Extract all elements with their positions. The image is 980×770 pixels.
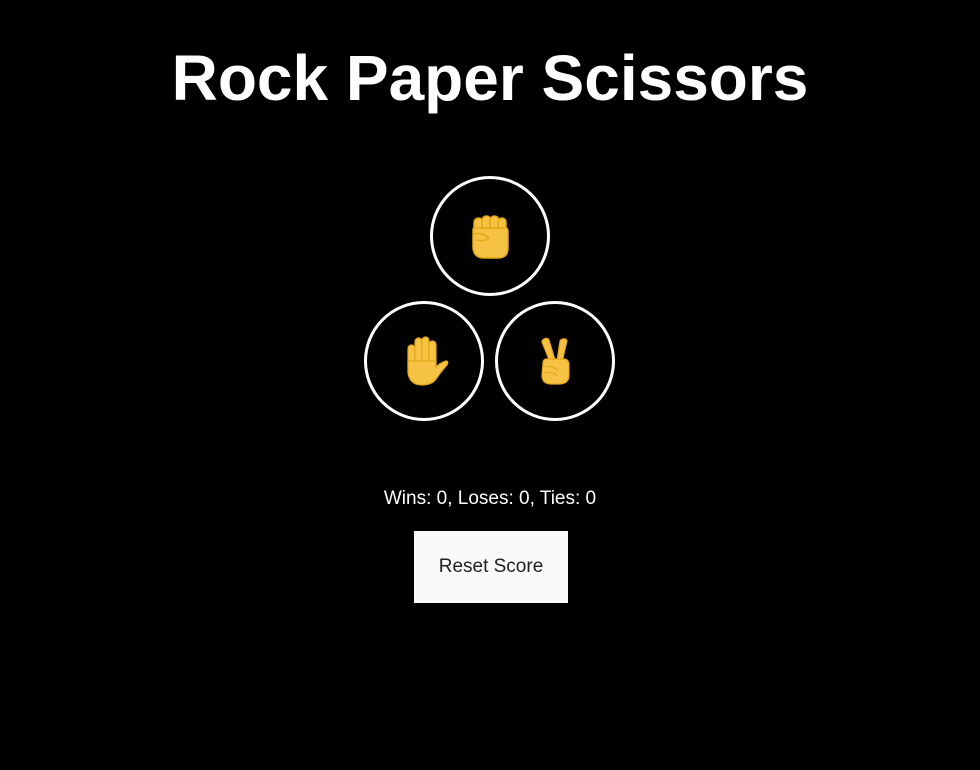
scissors-button[interactable] [495,301,615,421]
reset-score-button[interactable]: Reset Score [414,531,568,603]
raised-fist-icon [472,215,509,259]
rock-button[interactable] [430,176,550,296]
game-page: Rock Paper Scissors Wins: 0, Loses: 0, T… [0,0,980,770]
raised-hand-icon [407,336,449,386]
page-title: Rock Paper Scissors [171,42,809,114]
score-text: Wins: 0, Loses: 0, Ties: 0 [383,488,597,509]
paper-button[interactable] [364,301,484,421]
victory-hand-icon [541,337,570,385]
